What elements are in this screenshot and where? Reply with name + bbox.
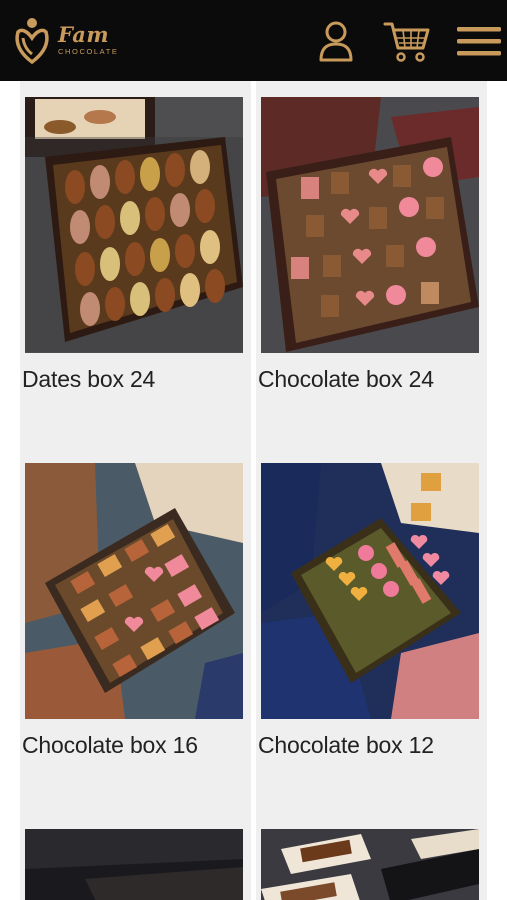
product-name: Chocolate box 24 [258,366,434,392]
menu-button[interactable] [455,18,503,64]
cart-icon [383,22,430,62]
hamburger-menu-icon [457,27,501,56]
user-icon [319,21,353,62]
logo-subtitle: CHOCOLATE [58,47,119,57]
product-card[interactable] [256,813,487,900]
product-image [25,829,243,900]
product-image [25,97,243,353]
product-image [261,463,479,719]
product-name: Chocolate box 12 [258,732,434,758]
logo-name: Fam [58,22,110,48]
product-name: Dates box 24 [22,366,156,392]
product-card[interactable]: Chocolate box 16 [20,447,251,814]
product-image [25,463,243,719]
product-card[interactable] [20,813,251,900]
brand-logo[interactable]: Fam CHOCOLATE [12,14,132,66]
product-image [261,97,479,353]
logo-mark-icon [15,18,49,64]
product-card[interactable]: Chocolate box 24 [256,81,487,448]
cart-button[interactable] [383,18,431,64]
product-card[interactable]: Chocolate box 12 [256,447,487,814]
product-card[interactable]: Dates box 24 [20,81,251,448]
product-name: Chocolate box 16 [22,732,198,758]
top-header: Fam CHOCOLATE [0,0,507,81]
account-button[interactable] [313,18,359,64]
product-image [261,829,479,900]
